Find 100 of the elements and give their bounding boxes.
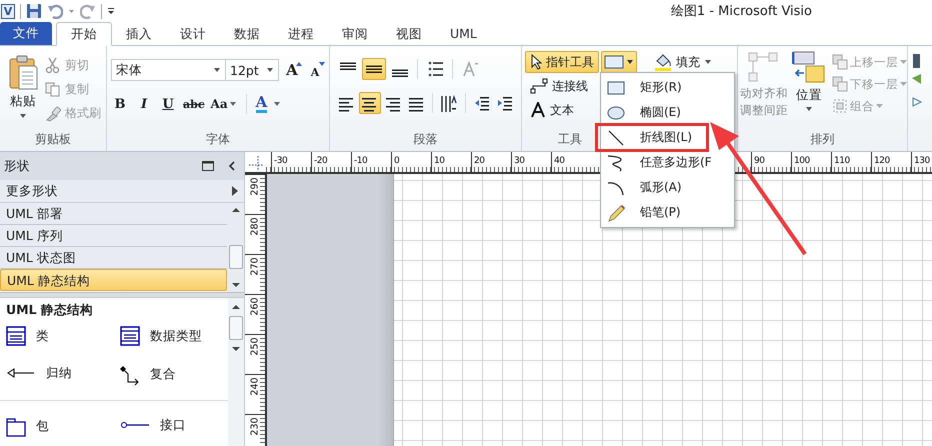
connector-icon	[530, 78, 548, 94]
ruler-label: 40	[554, 156, 564, 166]
menu-item[interactable]: 任意多边形(F	[601, 150, 734, 175]
align-center-button[interactable]	[359, 92, 381, 114]
down-arrow-icon[interactable]	[230, 282, 240, 288]
group-label: 工具	[558, 131, 582, 148]
stencil-item[interactable]: UML 静态结构	[0, 269, 227, 291]
letter-a-icon	[530, 102, 546, 118]
file-tab[interactable]: 文件	[0, 22, 52, 45]
ruler-label: 130	[914, 156, 930, 166]
shape-master[interactable]: 数据类型	[114, 326, 228, 346]
spacing-icon	[440, 94, 458, 112]
undo-icon[interactable]	[47, 3, 63, 19]
scrollbar[interactable]	[228, 298, 244, 446]
position-icon	[792, 51, 826, 85]
ribbon-tab[interactable]: 插入	[112, 23, 166, 45]
shape-tool-button[interactable]	[601, 51, 637, 73]
strike-button[interactable]: abc	[183, 94, 205, 114]
pointer-tool-button[interactable]: 指针工具	[525, 51, 599, 73]
ribbon-tab[interactable]: 设计	[166, 23, 220, 45]
layers-icon	[832, 76, 848, 92]
caret-icon	[213, 67, 221, 73]
ruler-label: 290	[250, 176, 260, 196]
scrollbar-thumb[interactable]	[229, 316, 243, 340]
caret-icon	[228, 101, 237, 107]
align-middle-icon	[366, 65, 382, 73]
caret-icon	[626, 59, 634, 65]
scrollbar-thumb[interactable]	[228, 244, 242, 268]
group-label: 排列	[810, 131, 836, 148]
up-arrow-icon[interactable]	[230, 207, 240, 213]
shrink-font-button[interactable]: A	[305, 59, 325, 81]
down-caret-icon	[319, 62, 325, 67]
italic-button[interactable]: I	[135, 94, 153, 114]
paste-button[interactable]: 粘贴	[3, 50, 43, 129]
shape-master[interactable]: 包	[0, 416, 114, 437]
class-shape-icon	[6, 326, 26, 346]
layers-icon	[832, 54, 848, 70]
copy-icon	[45, 80, 61, 98]
case-button[interactable]: Aa	[210, 94, 237, 114]
ribbon-tab[interactable]: 数据	[220, 23, 274, 45]
caret-icon	[900, 60, 907, 64]
caret-icon	[266, 67, 274, 73]
ribbon-tab[interactable]: 进程	[274, 23, 328, 45]
elbow-connector-icon	[120, 364, 140, 386]
shape-master[interactable]: 接口	[114, 416, 228, 434]
more-shapes-item[interactable]: 更多形状	[0, 180, 244, 203]
ribbon-tab[interactable]: 审阅	[328, 23, 382, 45]
connector-tool-button[interactable]: 连接线	[525, 75, 593, 97]
clipboard-icon	[8, 54, 38, 90]
expand-arrow-icon	[232, 186, 238, 196]
ruler-label: -10	[354, 156, 368, 166]
menu-item[interactable]: 矩形(R)	[601, 75, 734, 100]
stencil-item[interactable]: UML 部署	[0, 203, 227, 225]
cursor-icon	[530, 54, 542, 70]
fill-button[interactable]: 填充	[649, 51, 717, 73]
save-icon[interactable]	[26, 3, 42, 19]
ruler-label: 30	[514, 156, 524, 166]
font-size-field[interactable]: 12pt	[225, 59, 279, 81]
position-button[interactable]: 位置	[792, 51, 826, 129]
stencil-item[interactable]: UML 状态图	[0, 247, 227, 269]
bold-button[interactable]: B	[111, 94, 129, 114]
ruler-label: -20	[314, 156, 328, 166]
ribbon-tab[interactable]: 开始	[56, 22, 112, 46]
group-icon	[832, 98, 848, 114]
font-name-field[interactable]: 宋体	[111, 59, 226, 81]
caret-icon	[900, 82, 907, 86]
down-arrow-icon[interactable]	[231, 346, 241, 352]
text-size-icon	[462, 60, 478, 78]
caret-icon	[273, 101, 282, 107]
shape-master[interactable]: 复合	[114, 364, 228, 386]
font-color-button[interactable]: A	[256, 93, 282, 115]
rectangle-icon	[606, 78, 626, 96]
stencil-item[interactable]: UML 序列	[0, 225, 227, 247]
ruler-label: 120	[874, 156, 890, 166]
underline-button[interactable]: U	[159, 94, 177, 114]
ruler-label: 110	[834, 156, 850, 166]
ruler-label: 0	[394, 156, 400, 166]
shape-master[interactable]: 类	[0, 326, 114, 346]
align-middle-button[interactable]	[362, 58, 386, 80]
ellipse-icon	[606, 104, 626, 122]
scrollbar[interactable]	[227, 203, 244, 292]
ribbon-tab[interactable]: 视图	[382, 23, 436, 45]
menu-item[interactable]: 铅笔(P)	[601, 200, 734, 225]
text-tool-button[interactable]: 文本	[525, 99, 579, 121]
ribbon-tab[interactable]: UML	[436, 23, 491, 45]
ruler-label: 90	[754, 156, 764, 166]
menu-item[interactable]: 折线图(L)	[597, 125, 707, 150]
caret-icon	[876, 104, 883, 108]
caret-icon	[19, 113, 27, 119]
menu-item[interactable]: 弧形(A)	[601, 175, 734, 200]
class-shape-icon	[120, 326, 140, 346]
shape-master[interactable]: 归纳	[0, 364, 114, 384]
align-bottom-icon	[392, 69, 408, 77]
menu-item[interactable]: 椭圆(E)	[601, 100, 734, 125]
folder-icon	[6, 416, 26, 437]
up-arrow-icon[interactable]	[231, 304, 241, 310]
grow-font-button[interactable]: A	[282, 59, 302, 81]
collapse-icon[interactable]	[228, 161, 236, 171]
maximize-icon[interactable]	[202, 161, 214, 171]
group-label: 字体	[205, 131, 231, 148]
